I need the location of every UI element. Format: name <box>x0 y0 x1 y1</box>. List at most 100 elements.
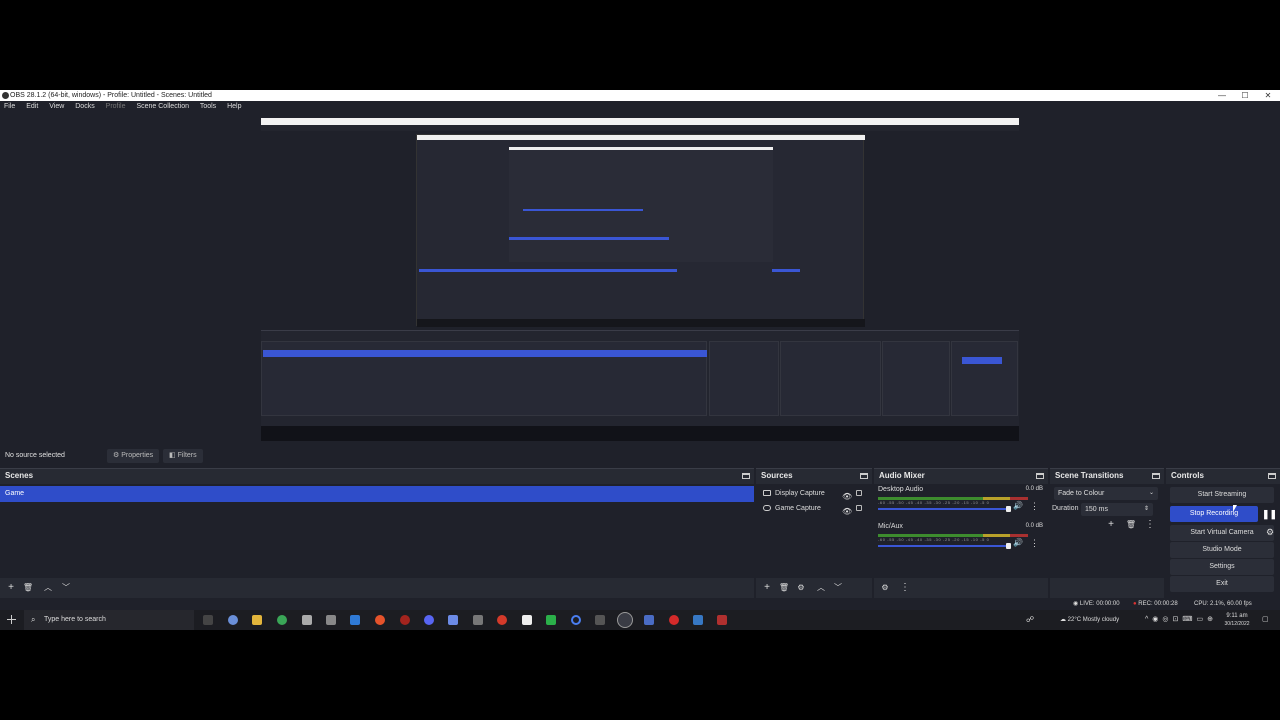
source-label: Game Capture <box>775 505 821 512</box>
app-icon[interactable] <box>693 615 703 625</box>
volume-slider[interactable] <box>878 543 1011 549</box>
app-icon[interactable] <box>644 615 654 625</box>
menu-file[interactable]: File <box>4 103 15 110</box>
app-icon[interactable] <box>571 615 581 625</box>
add-icon[interactable]: + <box>5 582 17 594</box>
menu-profile[interactable]: Profile <box>106 103 126 110</box>
source-item-game-capture[interactable]: Game Capture 👁 <box>756 501 872 516</box>
settings-button[interactable]: Settings <box>1170 559 1274 575</box>
windows-start-icon[interactable] <box>7 615 16 624</box>
controls-dock: Controls Start Streaming Stop Recording … <box>1166 468 1280 598</box>
menu-docks[interactable]: Docks <box>75 103 94 110</box>
speaker-icon[interactable]: 🔊 <box>1013 538 1023 547</box>
transition-select[interactable]: Fade to Colour ⌄ <box>1054 487 1158 500</box>
chevron-down-icon: ⌄ <box>1148 490 1154 496</box>
menu-edit[interactable]: Edit <box>26 103 38 110</box>
app-icon[interactable] <box>400 615 410 625</box>
undock-icon[interactable] <box>742 473 750 479</box>
taskbar-search[interactable]: ⌕ Type here to search <box>24 610 194 630</box>
system-tray-icons[interactable]: ^◉◎⊡⌨▭⊕ <box>1145 610 1217 630</box>
clock[interactable]: 9:11 am 30/12/2022 <box>1220 612 1254 630</box>
trash-icon[interactable]: 🗑 <box>22 582 34 594</box>
kebab-menu-icon[interactable]: ⋮ <box>1030 538 1039 549</box>
monitor-icon <box>763 490 771 496</box>
stop-recording-button[interactable]: Stop Recording <box>1170 506 1258 522</box>
menu-tools[interactable]: Tools <box>200 103 216 110</box>
chevron-down-icon[interactable]: ﹀ <box>832 582 844 594</box>
app-icon[interactable] <box>448 615 458 625</box>
scenes-title: Scenes <box>5 471 34 480</box>
studio-mode-button[interactable]: Studio Mode <box>1170 542 1274 558</box>
preview-canvas[interactable] <box>261 118 1019 441</box>
firefox-icon[interactable] <box>375 615 385 625</box>
maximize-button[interactable]: ☐ <box>1233 90 1257 101</box>
app-icon[interactable] <box>302 615 312 625</box>
gear-icon[interactable]: ⚙ <box>795 582 807 594</box>
chevron-up-icon[interactable]: ︿ <box>42 582 54 594</box>
start-virtual-camera-button[interactable]: Start Virtual Camera <box>1170 525 1274 541</box>
eye-icon[interactable]: 👁 <box>842 504 852 519</box>
app-icon[interactable] <box>473 615 483 625</box>
start-streaming-button[interactable]: Start Streaming <box>1170 487 1274 503</box>
task-view-icon[interactable] <box>203 615 213 625</box>
speaker-icon[interactable]: 🔊 <box>1013 501 1023 510</box>
trash-icon[interactable]: 🗑 <box>778 582 790 594</box>
windows-taskbar: ⌕ Type here to search ☍ ☁ 22°C Mostly cl… <box>0 610 1280 630</box>
close-button[interactable]: ✕ <box>1256 90 1280 101</box>
properties-button[interactable]: ⚙ Properties <box>107 449 160 463</box>
kebab-menu-icon[interactable]: ⋮ <box>1144 519 1156 531</box>
lock-icon[interactable] <box>856 505 862 511</box>
app-icon[interactable] <box>595 615 605 625</box>
minimize-button[interactable]: — <box>1210 90 1234 101</box>
audio-mixer-dock: Audio Mixer Desktop Audio 0.0 dB -60 -55… <box>874 468 1048 598</box>
gamepad-icon <box>763 505 771 511</box>
app-icon[interactable] <box>546 615 556 625</box>
add-icon[interactable]: + <box>761 582 773 594</box>
kebab-menu-icon[interactable]: ⋮ <box>1030 501 1039 512</box>
app-icon[interactable] <box>522 615 532 625</box>
discord-icon[interactable] <box>424 615 434 625</box>
mixer-channel-desktop-audio: Desktop Audio 0.0 dB -60 -55 -50 -45 -40… <box>874 484 1048 521</box>
undock-icon[interactable] <box>860 473 868 479</box>
scene-item-game[interactable]: Game <box>0 486 754 502</box>
menu-help[interactable]: Help <box>227 103 241 110</box>
sources-list[interactable]: Display Capture 👁 Game Capture 👁 <box>756 484 872 578</box>
source-toolbar: No source selected ⚙ Properties ◧ Filter… <box>0 448 1280 464</box>
volume-slider[interactable] <box>878 506 1011 512</box>
scenes-list[interactable]: Game <box>0 484 754 578</box>
kebab-menu-icon[interactable]: ⋮ <box>899 582 911 594</box>
notification-icon[interactable]: ▢ <box>1262 610 1269 630</box>
file-explorer-icon[interactable] <box>252 615 262 625</box>
app-icon[interactable] <box>717 615 727 625</box>
trash-icon[interactable]: 🗑 <box>1125 519 1137 531</box>
obs-taskbar-icon[interactable] <box>617 612 633 628</box>
weather-widget[interactable]: ☁ 22°C Mostly cloudy <box>1060 610 1119 630</box>
app-icon[interactable] <box>326 615 336 625</box>
chevron-down-icon[interactable]: ﹀ <box>60 582 72 594</box>
transitions-body: Fade to Colour ⌄ Duration 150 ms ⇕ + 🗑 ⋮ <box>1050 484 1164 578</box>
preview-nested-window-inner <box>509 147 773 262</box>
undock-icon[interactable] <box>1036 473 1044 479</box>
steam-icon[interactable] <box>350 615 360 625</box>
menu-view[interactable]: View <box>49 103 64 110</box>
menu-scene-collection[interactable]: Scene Collection <box>136 103 189 110</box>
source-item-display-capture[interactable]: Display Capture 👁 <box>756 486 872 501</box>
add-icon[interactable]: + <box>1105 519 1117 531</box>
filters-button[interactable]: ◧ Filters <box>163 449 203 463</box>
undock-icon[interactable] <box>1268 473 1276 479</box>
app-icon[interactable] <box>228 615 238 625</box>
exit-button[interactable]: Exit <box>1170 576 1274 592</box>
app-icon[interactable] <box>497 615 507 625</box>
lock-icon[interactable] <box>856 490 862 496</box>
people-icon[interactable]: ☍ <box>1026 610 1034 630</box>
pause-icon[interactable]: ❚❚ <box>1262 509 1277 520</box>
preview-nested-titlebar <box>261 118 1019 125</box>
scene-transitions-dock: Scene Transitions Fade to Colour ⌄ Durat… <box>1050 468 1164 598</box>
chrome-icon[interactable] <box>277 615 287 625</box>
mixer-settings-icon[interactable]: ⚙ <box>879 582 891 594</box>
gear-icon[interactable]: ⚙ <box>1266 527 1274 538</box>
undock-icon[interactable] <box>1152 473 1160 479</box>
opera-icon[interactable] <box>669 615 679 625</box>
duration-spinbox[interactable]: 150 ms ⇕ <box>1081 503 1153 516</box>
chevron-up-icon[interactable]: ︿ <box>815 582 827 594</box>
